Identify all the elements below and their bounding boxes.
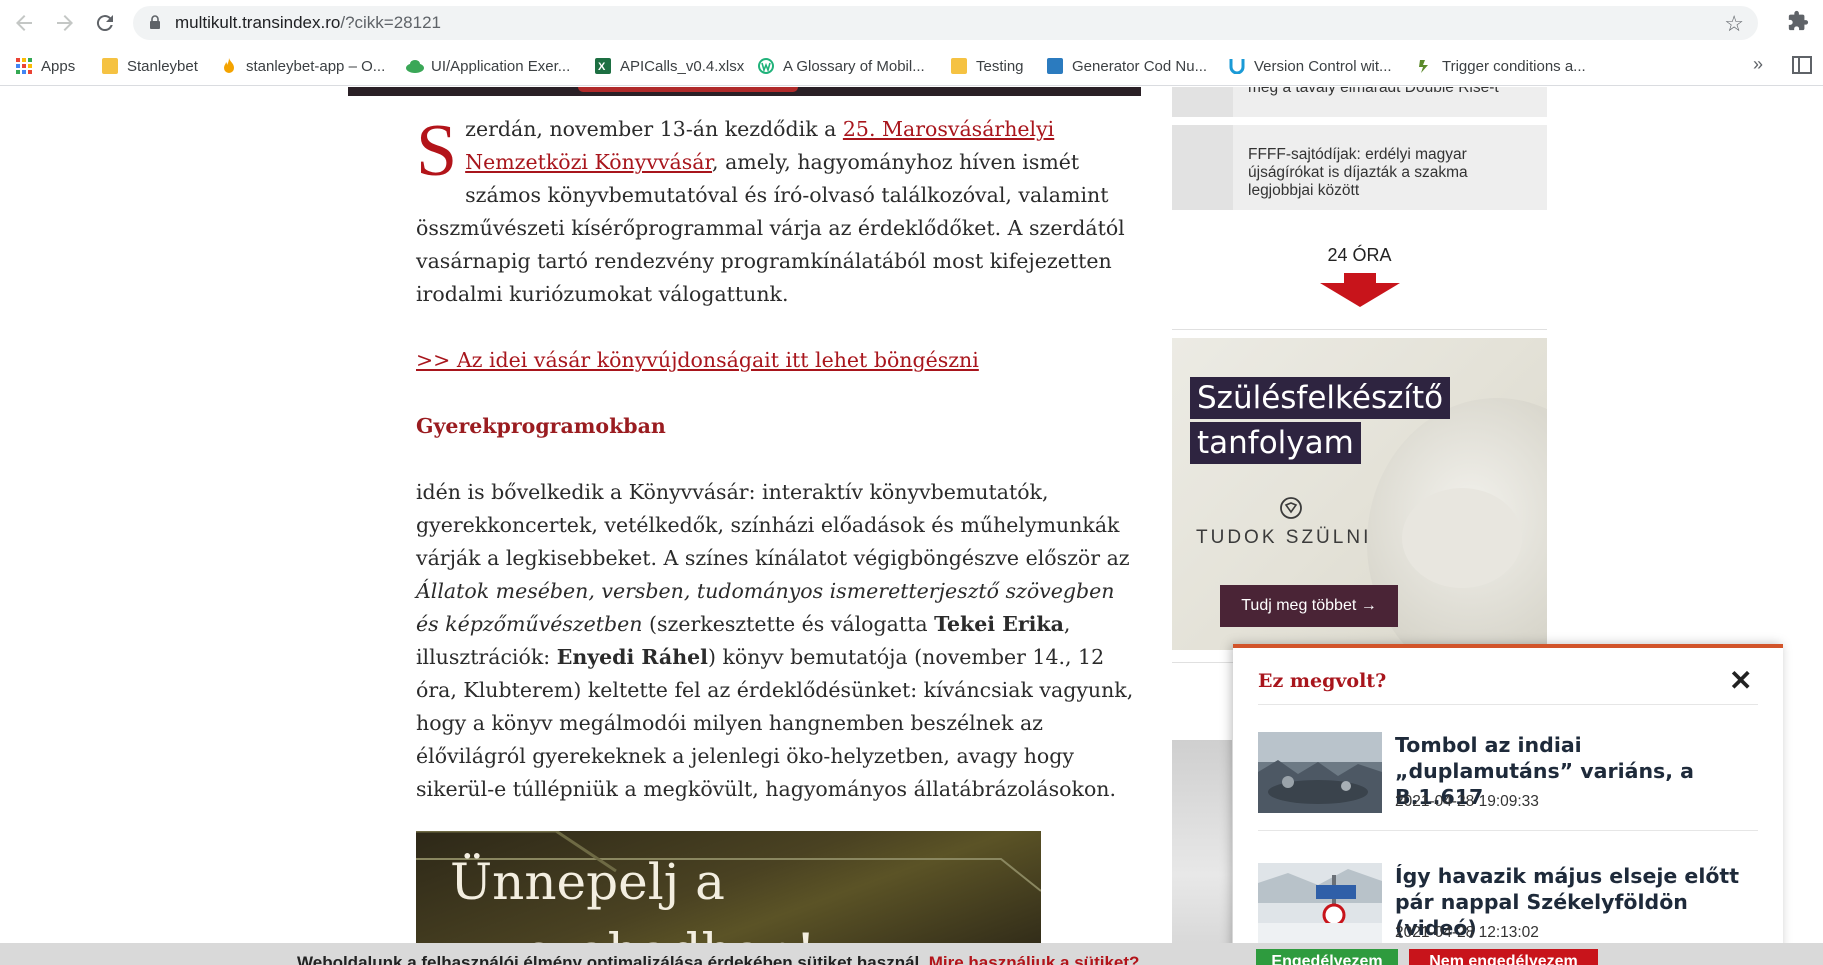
bookmark-label: APICalls_v0.4.xlsx: [620, 57, 745, 75]
news-thumbnail: [1258, 732, 1382, 813]
bookmark-star-icon[interactable]: ☆: [1724, 11, 1744, 37]
sidebar-image-partial: [1172, 740, 1232, 965]
close-icon[interactable]: ✕: [1729, 667, 1752, 695]
accept-cookies-button[interactable]: Engedélyezem: [1256, 949, 1398, 965]
more-bookmarks-chevron-icon[interactable]: »: [1753, 54, 1763, 75]
bookmark-testing[interactable]: Testing: [951, 46, 1024, 86]
banner-text: Ünnepelj a: [450, 853, 725, 911]
section-heading: Gyerekprogramokban: [416, 414, 666, 438]
browse-new-books-link[interactable]: >> Az idei vásár könyvújdonságait itt le…: [416, 348, 979, 372]
ad-headline: Szülésfelkészítő: [1190, 377, 1451, 419]
bookmark-label: Apps: [41, 57, 76, 75]
flame-icon: [221, 58, 237, 74]
text: zerdán, november 13-án kezdődik a: [465, 117, 843, 141]
reload-icon[interactable]: [93, 11, 117, 35]
ad-brand: TUDOK SZÜLNI: [1196, 527, 1372, 548]
divider: [1258, 830, 1758, 831]
bookmark-label: Stanleybet: [127, 57, 198, 75]
bookmark-generator[interactable]: Generator Cod Nu...: [1047, 46, 1207, 86]
bookmark-stanleybet-app[interactable]: stanleybet-app – O...: [221, 46, 385, 86]
ad-image: [1402, 488, 1522, 588]
divider: [1258, 704, 1758, 705]
intro-paragraph: Szerdán, november 13-án kezdődik a 25. M…: [416, 113, 1136, 311]
popup-item[interactable]: Tombol az indiai „duplamutáns” variáns, …: [1258, 732, 1758, 822]
bookmark-label: UI/Application Exer...: [431, 57, 571, 75]
popup-item-date: 2021-04-28 12:13:02: [1395, 924, 1539, 941]
w-logo-icon: [758, 58, 774, 74]
sidebar-ad[interactable]: Szülésfelkészítő tanfolyam TUDOK SZÜLNI …: [1172, 338, 1547, 650]
trigger-icon: [1417, 58, 1433, 74]
cookie-text: Weboldalunk a felhasználói élmény optima…: [297, 953, 1139, 965]
bookmark-label: Testing: [976, 57, 1024, 75]
extensions-puzzle-icon[interactable]: [1787, 10, 1809, 38]
bookmark-trigger-conditions[interactable]: Trigger conditions a...: [1417, 46, 1586, 86]
popup-item-date: 2021-04-28 19:09:33: [1395, 793, 1539, 810]
divider: [1172, 329, 1547, 330]
popup-item[interactable]: Így havazik május elseje előtt pár nappa…: [1258, 863, 1758, 953]
illustrator-name: Enyedi Ráhel: [556, 645, 708, 669]
bookmark-apps[interactable]: Apps: [16, 46, 75, 86]
hero-image-bottom: [348, 87, 1141, 96]
article-body: Szerdán, november 13-án kezdődik a 25. M…: [416, 113, 1136, 806]
news-title: FFFF-sajtódíjak: erdélyi magyar újságíró…: [1248, 146, 1468, 199]
folder-icon: [102, 58, 118, 74]
news-thumbnail: [1172, 125, 1233, 210]
decline-cookies-button[interactable]: Nem engedélyezem: [1409, 949, 1598, 965]
ad-headline: tanfolyam: [1190, 422, 1361, 464]
dropcap: S: [416, 110, 458, 192]
news-thumbnail: [1172, 87, 1233, 117]
tudok-szulni-logo-icon: [1278, 495, 1304, 526]
bookmark-version-control[interactable]: Version Control wit...: [1229, 46, 1392, 86]
kids-paragraph: idén is bővelkedik a Könyvvásár: interak…: [416, 476, 1136, 806]
bookmark-label: Version Control wit...: [1254, 57, 1392, 75]
bookmark-label: Trigger conditions a...: [1442, 57, 1586, 75]
news-thumbnail: [1258, 863, 1382, 944]
popup-title: Ez megvolt?: [1258, 670, 1387, 692]
cookie-message: Weboldalunk a felhasználói élmény optima…: [297, 953, 924, 965]
24h-label: 24 ÓRA: [1327, 245, 1392, 265]
down-arrow-icon[interactable]: [1320, 273, 1400, 312]
sidebar-news-card[interactable]: meg a tavaly elmaradt Double Rise-t: [1172, 87, 1547, 117]
bookmark-ui-application[interactable]: UI/Application Exer...: [406, 46, 570, 86]
bookmark-apicalls[interactable]: X APICalls_v0.4.xlsx: [595, 46, 744, 86]
bookmark-label: Generator Cod Nu...: [1072, 57, 1208, 75]
folder-icon: [951, 58, 967, 74]
excel-icon: X: [595, 58, 611, 74]
address-bar[interactable]: multikult.transindex.ro/?cikk=28121 ☆: [133, 6, 1758, 40]
text: (szerkesztette és válogatta: [642, 612, 935, 636]
cloud-icon: [406, 58, 424, 74]
forward-arrow-icon[interactable]: [53, 11, 77, 35]
bookmark-stanleybet[interactable]: Stanleybet: [102, 46, 198, 86]
related-popup: Ez megvolt? ✕ Tombol az indiai „duplamut…: [1233, 644, 1783, 965]
cookie-consent-bar: Weboldalunk a felhasználói élmény optima…: [0, 943, 1823, 965]
apps-grid-icon: [16, 58, 32, 74]
reading-list-icon[interactable]: [1792, 56, 1812, 74]
bookmark-label: A Glossary of Mobil...: [783, 57, 925, 75]
sidebar-news-card[interactable]: FFFF-sajtódíjak: erdélyi magyar újságíró…: [1172, 125, 1547, 210]
bookmarks-bar: Apps Stanleybet stanleybet-app – O... UI…: [0, 46, 1823, 86]
bookmark-glossary[interactable]: A Glossary of Mobil...: [758, 46, 925, 86]
cookie-info-link[interactable]: Mire használjuk a sütiket?: [929, 953, 1140, 965]
ad-cta-button[interactable]: Tudj meg többet →: [1220, 585, 1398, 627]
url-text: multikult.transindex.ro/?cikk=28121: [175, 13, 441, 32]
editor-name: Tekei Erika: [934, 612, 1064, 636]
lock-icon: [149, 15, 161, 35]
text: idén is bővelkedik a Könyvvásár: interak…: [416, 480, 1130, 570]
svg-text:X: X: [598, 61, 606, 73]
bookmark-label: stanleybet-app – O...: [246, 57, 386, 75]
news-title: meg a tavaly elmaradt Double Rise-t: [1248, 87, 1499, 96]
generator-icon: [1047, 58, 1063, 74]
web-page: Szerdán, november 13-án kezdődik a 25. M…: [0, 87, 1823, 965]
browser-toolbar: multikult.transindex.ro/?cikk=28121 ☆: [0, 0, 1823, 46]
u-logo-icon: [1229, 58, 1245, 75]
back-arrow-icon[interactable]: [12, 11, 36, 35]
